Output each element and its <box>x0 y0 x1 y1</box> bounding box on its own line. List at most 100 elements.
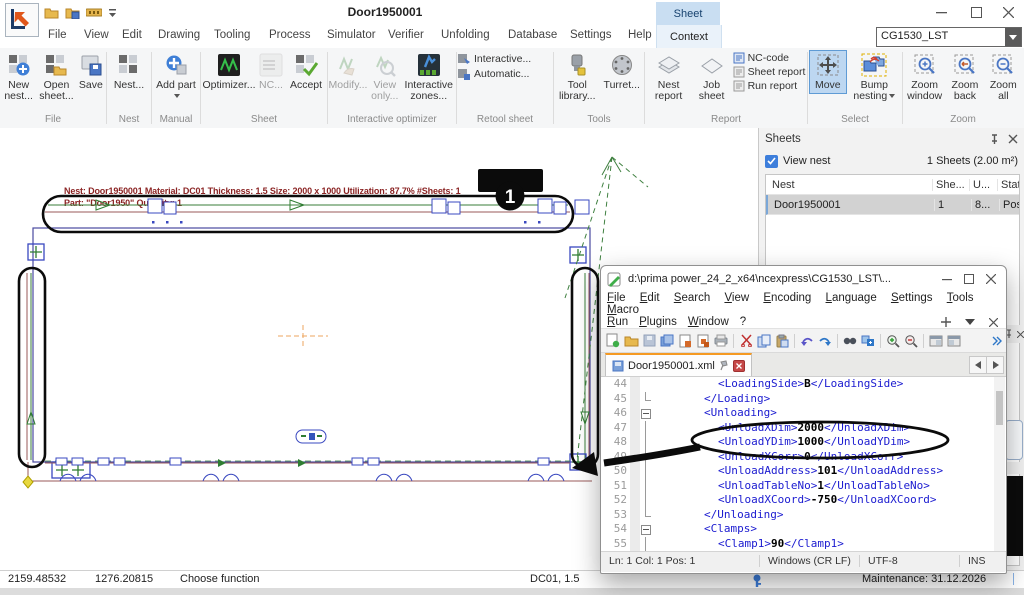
doc-switcher-icon[interactable] <box>928 333 944 349</box>
menu-view[interactable]: View <box>724 292 749 304</box>
maximize-icon[interactable] <box>964 274 974 284</box>
notepad-title-bar[interactable]: d:\prima power_24_2_x64\ncexpress\CG1530… <box>601 266 1006 292</box>
app-logo-icon[interactable] <box>5 3 39 37</box>
copy-icon[interactable] <box>756 333 772 349</box>
zoom-back-button[interactable]: Zoom back <box>946 50 983 105</box>
menu-window[interactable]: Window <box>688 316 729 328</box>
hidden-panel-button-fragment[interactable] <box>1005 420 1023 460</box>
minimize-button[interactable] <box>930 4 952 21</box>
tab-file[interactable]: File <box>48 29 67 41</box>
customize-qat-caret-icon[interactable] <box>108 8 117 18</box>
menu-macro[interactable]: Macro <box>607 304 639 316</box>
editor-scrollbar[interactable] <box>994 377 1005 551</box>
menu-edit[interactable]: Edit <box>640 292 660 304</box>
scrollbar-thumb[interactable] <box>996 391 1003 425</box>
tab-database[interactable]: Database <box>508 29 557 41</box>
tab-list-caret-icon[interactable] <box>965 318 975 326</box>
menu-file[interactable]: File <box>607 292 626 304</box>
table-row[interactable]: Door1950001 1 8... Postpro <box>766 195 1019 215</box>
paste-icon[interactable] <box>774 333 790 349</box>
tab-view[interactable]: View <box>84 29 109 41</box>
open-icon[interactable] <box>44 6 59 19</box>
doc-map-icon[interactable] <box>946 333 962 349</box>
tab-drawing[interactable]: Drawing <box>158 29 200 41</box>
interactive-zones-button[interactable]: Interactive zones... <box>403 50 455 105</box>
menu-language[interactable]: Language <box>826 292 877 304</box>
tab-process[interactable]: Process <box>269 29 311 41</box>
fold-collapse-icon[interactable] <box>641 525 651 535</box>
undo-icon[interactable] <box>799 333 815 349</box>
nest-report-button[interactable]: Nest report <box>647 50 691 105</box>
close-icon[interactable] <box>986 274 996 284</box>
job-sheet-button[interactable]: Job sheet <box>692 50 732 105</box>
optimizer-button[interactable]: Optimizer... <box>202 50 256 94</box>
menu-tools[interactable]: Tools <box>947 292 974 304</box>
menu-run[interactable]: Run <box>607 316 628 328</box>
combobox-dropdown-button[interactable] <box>1005 28 1021 46</box>
print-icon[interactable] <box>713 333 729 349</box>
nest-button[interactable]: Nest... <box>108 50 150 94</box>
tab-pin-icon[interactable] <box>719 360 729 371</box>
tab-tooling[interactable]: Tooling <box>214 29 250 41</box>
open-file-icon[interactable] <box>623 333 639 349</box>
zoom-in-icon[interactable] <box>885 333 901 349</box>
menu-settings[interactable]: Settings <box>891 292 933 304</box>
tab-verifier[interactable]: Verifier <box>388 29 424 41</box>
menu-help[interactable]: ? <box>740 316 746 328</box>
toolbar-overflow-chevron-icon[interactable] <box>992 336 1002 346</box>
close-tab-icon[interactable] <box>989 318 998 327</box>
retool-automatic-button[interactable]: Automatic... <box>458 67 552 80</box>
scroll-tabs-left-button[interactable] <box>970 357 986 373</box>
new-tab-plus-icon[interactable] <box>941 317 951 327</box>
close-panel-icon[interactable] <box>1017 331 1024 338</box>
find-icon[interactable] <box>842 333 858 349</box>
scroll-tabs-right-button[interactable] <box>986 357 1003 373</box>
fold-collapse-icon[interactable] <box>641 409 651 419</box>
tab-edit[interactable]: Edit <box>122 29 142 41</box>
move-button[interactable]: Move <box>809 50 847 94</box>
xml-editor[interactable]: 44<LoadingSide>B</LoadingSide> 45</Loadi… <box>601 377 1006 551</box>
tab-simulator[interactable]: Simulator <box>327 29 376 41</box>
bump-nesting-button[interactable]: Bump nesting <box>848 50 901 105</box>
sheet-report-button[interactable]: Sheet report <box>733 66 806 78</box>
run-report-button[interactable]: Run report <box>733 80 806 92</box>
menu-encoding[interactable]: Encoding <box>763 292 811 304</box>
tab-help[interactable]: Help <box>628 29 652 41</box>
open-sheet-button[interactable]: Open sheet... <box>37 50 75 105</box>
tab-unfolding[interactable]: Unfolding <box>441 29 490 41</box>
add-part-button[interactable]: Add part <box>153 50 199 105</box>
save-all-icon[interactable] <box>659 333 675 349</box>
new-file-icon[interactable] <box>605 333 621 349</box>
tool-library-button[interactable]: Tool library... <box>555 50 599 105</box>
machine-selector-combobox[interactable]: CG1530_LST <box>876 27 1022 47</box>
new-nest-button[interactable]: New nest... <box>1 50 36 105</box>
close-all-icon[interactable] <box>695 333 711 349</box>
pin-icon[interactable] <box>989 134 1000 145</box>
minimize-icon[interactable] <box>942 274 952 284</box>
turret-button[interactable]: Turret... <box>600 50 643 94</box>
replace-icon[interactable] <box>860 333 876 349</box>
save-icon[interactable] <box>65 6 80 19</box>
retool-interactive-button[interactable]: Interactive... <box>458 52 552 65</box>
col-sheets[interactable]: She... <box>932 179 969 191</box>
menu-plugins[interactable]: Plugins <box>639 316 677 328</box>
tab-context[interactable]: Context <box>656 25 722 48</box>
zoom-window-button[interactable]: Zoom window <box>904 50 945 105</box>
measure-icon[interactable] <box>86 8 102 17</box>
col-status[interactable]: Status <box>997 179 1019 191</box>
nc-code-report-button[interactable]: NC-code <box>733 52 806 64</box>
redo-icon[interactable] <box>817 333 833 349</box>
menu-search[interactable]: Search <box>674 292 710 304</box>
view-nest-checkbox[interactable] <box>765 155 778 168</box>
close-file-icon[interactable] <box>677 333 693 349</box>
col-utilization[interactable]: U... <box>969 179 997 191</box>
zoom-all-button[interactable]: Zoom all <box>985 50 1022 105</box>
tab-settings[interactable]: Settings <box>570 29 612 41</box>
save-button[interactable]: Save <box>77 50 105 94</box>
zoom-out-icon[interactable] <box>903 333 919 349</box>
col-nest[interactable]: Nest <box>766 179 932 191</box>
save-file-icon[interactable] <box>641 333 657 349</box>
close-button[interactable] <box>997 4 1019 21</box>
notepad-window[interactable]: d:\prima power_24_2_x64\ncexpress\CG1530… <box>600 265 1007 574</box>
close-panel-icon[interactable] <box>1008 134 1018 144</box>
